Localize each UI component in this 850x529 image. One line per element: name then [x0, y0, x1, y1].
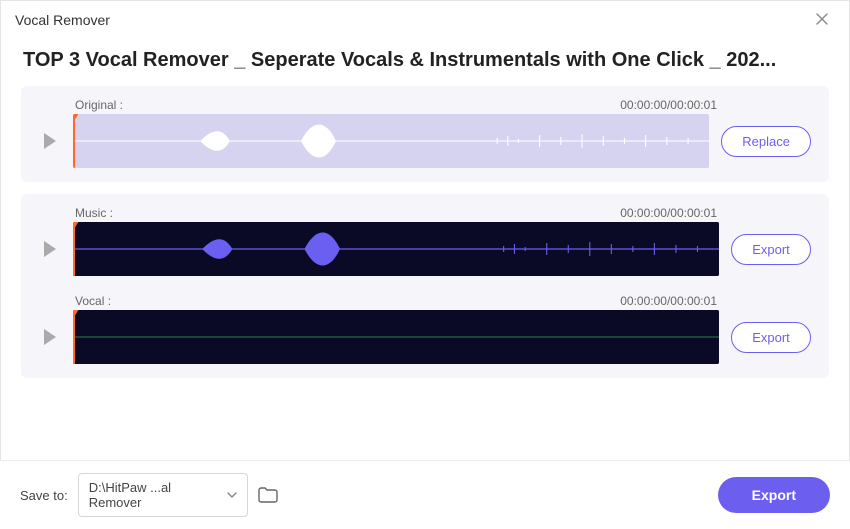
- waveform-music[interactable]: [73, 222, 719, 276]
- playhead-handle-icon: [73, 222, 79, 229]
- play-icon: [42, 328, 58, 346]
- export-music-button[interactable]: Export: [731, 234, 811, 265]
- save-to-label: Save to:: [20, 488, 68, 503]
- playhead[interactable]: [73, 114, 75, 168]
- track-label: Music :: [75, 206, 113, 220]
- waveform-original[interactable]: [73, 114, 709, 168]
- playhead[interactable]: [73, 310, 75, 364]
- track-time: 00:00:00/00:00:01: [620, 206, 717, 220]
- export-all-button[interactable]: Export: [718, 477, 830, 513]
- track-label: Original :: [75, 98, 123, 112]
- track-original: Original : 00:00:00/00:00:01: [39, 98, 811, 168]
- track-time: 00:00:00/00:00:01: [620, 294, 717, 308]
- original-panel: Original : 00:00:00/00:00:01: [21, 86, 829, 182]
- playhead-handle-icon: [73, 114, 79, 121]
- window-title: Vocal Remover: [15, 12, 110, 28]
- export-vocal-button[interactable]: Export: [731, 322, 811, 353]
- title-bar: Vocal Remover: [1, 1, 849, 37]
- playhead-handle-icon: [73, 310, 79, 317]
- close-icon: [815, 12, 829, 26]
- track-music: Music : 00:00:00/00:00:01: [39, 206, 811, 276]
- close-button[interactable]: [811, 9, 833, 31]
- track-vocal: Vocal : 00:00:00/00:00:01: [39, 294, 811, 364]
- replace-button[interactable]: Replace: [721, 126, 811, 157]
- play-button-music[interactable]: [39, 240, 61, 258]
- folder-icon: [258, 487, 278, 503]
- play-button-original[interactable]: [39, 132, 61, 150]
- track-label: Vocal :: [75, 294, 111, 308]
- separated-panel: Music : 00:00:00/00:00:01: [21, 194, 829, 378]
- play-icon: [42, 240, 58, 258]
- page-title: TOP 3 Vocal Remover _ Seperate Vocals & …: [23, 49, 827, 72]
- main-content: TOP 3 Vocal Remover _ Seperate Vocals & …: [1, 37, 849, 378]
- open-folder-button[interactable]: [258, 487, 278, 503]
- waveform-vocal[interactable]: [73, 310, 719, 364]
- play-button-vocal[interactable]: [39, 328, 61, 346]
- save-path-text: D:\HitPaw ...al Remover: [89, 480, 227, 510]
- playhead[interactable]: [73, 222, 75, 276]
- play-icon: [42, 132, 58, 150]
- save-path-dropdown[interactable]: D:\HitPaw ...al Remover: [78, 473, 248, 517]
- chevron-down-icon: [227, 492, 237, 498]
- footer-bar: Save to: D:\HitPaw ...al Remover Export: [0, 460, 850, 529]
- track-time: 00:00:00/00:00:01: [620, 98, 717, 112]
